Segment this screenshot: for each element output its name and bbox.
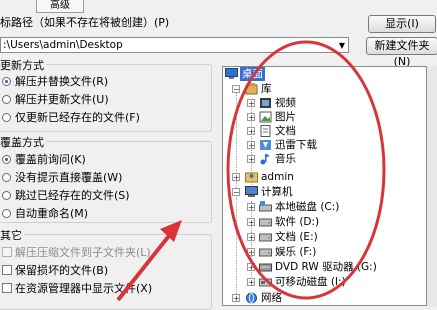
user-folder-icon xyxy=(245,172,258,183)
expand-icon[interactable]: + xyxy=(247,248,255,257)
tree-item-label: 文档 (E:) xyxy=(275,231,318,243)
tree-item-label: 音乐 xyxy=(275,153,296,165)
folder-tree[interactable]: 桌面 − 库 + 视频 + 图片 + 文档 + 迅雷下载 + 音乐 + admi… xyxy=(222,66,427,306)
tree-item-label: 娱乐 (F:) xyxy=(275,246,317,258)
radio-update-files[interactable] xyxy=(2,95,11,104)
expand-icon[interactable]: + xyxy=(247,218,255,227)
tree-item-label: 可移动磁盘 (I:) xyxy=(275,276,346,288)
tree-item-label: 本地磁盘 (C:) xyxy=(275,201,340,213)
radio-auto-rename-label[interactable]: 自动重命名(M) xyxy=(15,205,88,221)
dvd-drive-icon xyxy=(259,263,272,272)
document-icon xyxy=(260,125,271,137)
radio-replace-files[interactable] xyxy=(2,77,11,86)
checkbox-show-in-explorer-label[interactable]: 在资源管理器中显示文件(X) xyxy=(15,280,152,296)
tree-item-label: 网络 xyxy=(261,292,282,304)
music-icon xyxy=(260,154,270,165)
tree-item-label: 桌面 xyxy=(240,67,265,81)
radio-overwrite-silently-label[interactable]: 没有提示直接覆盖(W) xyxy=(15,169,122,185)
checkbox-show-in-explorer[interactable] xyxy=(2,283,12,293)
expand-icon[interactable]: + xyxy=(247,141,255,150)
checkbox-extract-to-subfolder[interactable] xyxy=(2,247,12,257)
expand-icon[interactable]: + xyxy=(247,203,255,212)
radio-overwrite-silently[interactable] xyxy=(2,173,11,182)
collapse-icon[interactable]: − xyxy=(232,188,240,197)
expand-icon[interactable]: + xyxy=(247,263,255,272)
chevron-down-icon[interactable]: ▼ xyxy=(339,39,345,53)
library-icon xyxy=(245,83,258,95)
radio-replace-files-label[interactable]: 解压并替换文件(R) xyxy=(15,73,108,89)
window-scrollbar[interactable] xyxy=(427,66,437,306)
expand-icon[interactable]: + xyxy=(247,127,255,136)
network-icon xyxy=(246,292,257,304)
drive-icon xyxy=(259,233,272,242)
expand-icon[interactable]: + xyxy=(247,278,255,287)
show-button[interactable]: 显示(I) xyxy=(368,15,436,33)
overwrite-mode-title: 覆盖方式 xyxy=(0,134,46,150)
radio-auto-rename[interactable] xyxy=(2,209,11,218)
download-icon xyxy=(260,140,271,150)
checkbox-keep-broken-files[interactable] xyxy=(2,265,12,275)
drive-icon xyxy=(259,218,272,227)
expand-icon[interactable]: + xyxy=(247,113,255,122)
tree-item-label: 迅雷下载 xyxy=(275,139,317,151)
tree-item-label: 视频 xyxy=(275,97,296,109)
expand-icon[interactable]: + xyxy=(247,233,255,242)
new-folder-button[interactable]: 新建文件夹(N) xyxy=(366,37,437,68)
drive-icon xyxy=(259,201,272,212)
update-mode-title: 更新方式 xyxy=(0,57,46,73)
tree-item-label: DVD RW 驱动器 (G:) xyxy=(275,261,377,273)
computer-icon xyxy=(245,186,258,197)
checkbox-keep-broken-files-label[interactable]: 保留损坏的文件(B) xyxy=(15,262,108,278)
drive-icon xyxy=(259,248,272,257)
tree-item-label: 库 xyxy=(261,83,272,95)
other-options-title: 其它 xyxy=(0,227,24,243)
radio-ask-before[interactable] xyxy=(2,155,11,164)
picture-icon xyxy=(259,111,272,123)
tree-item-label: admin xyxy=(261,171,294,183)
expand-icon[interactable]: + xyxy=(247,99,255,108)
destination-path-combobox[interactable]: :\Users\admin\Desktop ▼ xyxy=(0,37,349,53)
radio-update-existing[interactable] xyxy=(2,113,11,122)
destination-path-value: :\Users\admin\Desktop xyxy=(3,39,123,51)
collapse-icon[interactable]: − xyxy=(232,85,240,94)
destination-path-label: 标路径（如果不存在将被创建）(P) xyxy=(0,16,170,29)
removable-drive-icon xyxy=(259,278,272,287)
tab-advanced[interactable]: 高级 xyxy=(36,0,84,13)
checkbox-extract-to-subfolder-label[interactable]: 解压压缩文件到子文件夹(L) xyxy=(15,244,151,260)
expand-icon[interactable]: + xyxy=(232,294,240,303)
expand-icon[interactable]: + xyxy=(247,155,255,164)
radio-update-existing-label[interactable]: 仅更新已经存在的文件(F) xyxy=(15,109,140,125)
radio-skip-existing-label[interactable]: 跳过已经存在的文件(S) xyxy=(15,187,130,203)
tree-item-label: 文档 xyxy=(275,125,296,137)
video-icon xyxy=(260,98,271,108)
radio-skip-existing[interactable] xyxy=(2,191,11,200)
tree-item-label: 图片 xyxy=(275,111,296,123)
radio-ask-before-label[interactable]: 覆盖前询问(K) xyxy=(15,151,86,167)
expand-icon[interactable]: + xyxy=(232,173,240,182)
tree-item-label: 软件 (D:) xyxy=(275,216,320,228)
tree-item-label: 计算机 xyxy=(261,186,293,198)
desktop-icon xyxy=(225,68,238,79)
radio-update-files-label[interactable]: 解压并更新文件(U) xyxy=(15,91,109,107)
